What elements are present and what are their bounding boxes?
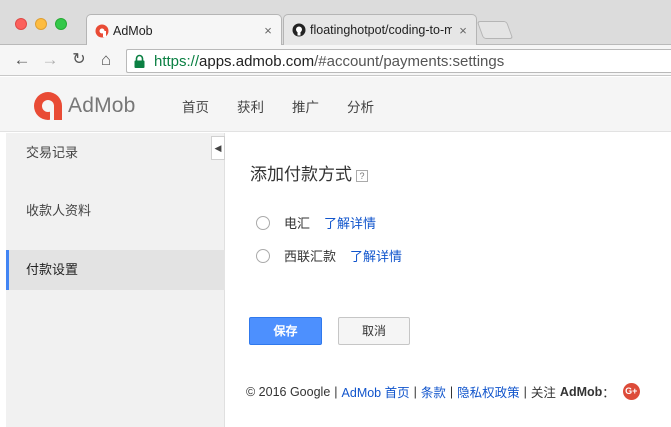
payment-option-western-union: 西联汇款 了解详情 [256,246,402,265]
url-host: apps.admob.com [199,52,315,70]
close-tab-icon[interactable]: × [261,23,275,38]
address-bar[interactable]: https://apps.admob.com/#account/payments… [126,49,671,73]
western-union-learn-more-link[interactable]: 了解详情 [350,246,402,265]
github-favicon-icon [292,23,306,37]
wire-transfer-radio[interactable] [256,215,270,230]
wire-learn-more-link[interactable]: 了解详情 [324,213,376,232]
western-union-label: 西联汇款 [284,249,337,264]
back-arrow-icon[interactable]: ← [12,50,32,70]
follow-brand: AdMob [559,384,603,399]
nav-home[interactable]: 首页 [182,96,209,116]
sidebar: 交易记录 收款人资料 付款设置 [6,133,225,427]
url-path: /#account/payments:settings [314,52,505,70]
cancel-button[interactable]: 取消 [338,317,410,345]
admob-logo[interactable]: AdMob [33,91,136,121]
footer-link-terms[interactable]: 条款 [421,382,446,401]
nav-promote[interactable]: 推广 [292,96,319,116]
forward-arrow-icon[interactable]: → [40,50,60,70]
nav-analyze[interactable]: 分析 [347,96,374,116]
tab-title: AdMob [113,23,153,38]
page-title-text: 添加付款方式 [250,165,352,184]
close-window-button[interactable] [15,18,27,30]
wire-transfer-label: 电汇 [284,216,311,231]
footer-link-privacy[interactable]: 隐私权政策 [457,382,520,401]
follow-text: 关注 [530,386,556,400]
footer-link-admob-home[interactable]: AdMob 首页 [342,382,410,401]
main-content: 添加付款方式? 电汇 了解详情 西联汇款 了解详情 保存 取消 © 2016 G… [226,133,671,427]
url-scheme: https:// [154,52,200,70]
tab-admob[interactable]: AdMob × [86,14,282,46]
sidebar-item-payment-settings[interactable]: 付款设置 [6,250,225,290]
collapse-sidebar-icon[interactable]: ◀ [211,136,225,160]
admob-favicon-icon [95,24,109,37]
help-icon[interactable]: ? [356,169,368,182]
lock-icon [134,54,145,68]
tab-github[interactable]: floatinghotpot/coding-to-m × [283,14,477,45]
footer-separator: | [413,384,417,399]
zoom-window-button[interactable] [55,18,67,30]
main-nav: 首页 获利 推广 分析 [182,96,402,116]
google-plus-icon[interactable]: G+ [622,383,640,400]
minimize-window-button[interactable] [35,18,47,30]
tab-title: floatinghotpot/coding-to-m [310,23,452,37]
footer-separator: | [449,384,454,399]
page-title: 添加付款方式? [250,160,368,185]
logo-text: AdMob [68,94,136,117]
sidebar-item-payee-profile[interactable]: 收款人资料 [6,191,225,231]
footer-separator: | [334,384,338,399]
payment-option-wire: 电汇 了解详情 [256,213,376,232]
footer-separator: | [523,384,527,399]
reload-icon[interactable]: ↻ [69,50,89,70]
close-tab-icon[interactable]: × [456,23,470,38]
browser-toolbar: ← → ↻ ⌂ https://apps.admob.com/#account/… [0,45,671,76]
admob-logo-icon [34,92,62,120]
nav-monetize[interactable]: 获利 [237,96,264,116]
browser-tab-bar: AdMob × floatinghotpot/coding-to-m × [0,0,671,46]
footer: © 2016 Google | AdMob 首页 | 条款 | 隐私权政策 | … [246,382,640,401]
western-union-radio[interactable] [256,248,270,263]
sidebar-item-transactions[interactable]: 交易记录 [6,133,225,173]
app-header: AdMob 首页 获利 推广 分析 [0,77,671,132]
copyright: © 2016 Google [246,384,331,399]
follow-colon: ： [602,386,615,400]
new-tab-button[interactable] [476,21,514,39]
home-icon[interactable]: ⌂ [96,50,116,70]
save-button[interactable]: 保存 [249,317,322,345]
